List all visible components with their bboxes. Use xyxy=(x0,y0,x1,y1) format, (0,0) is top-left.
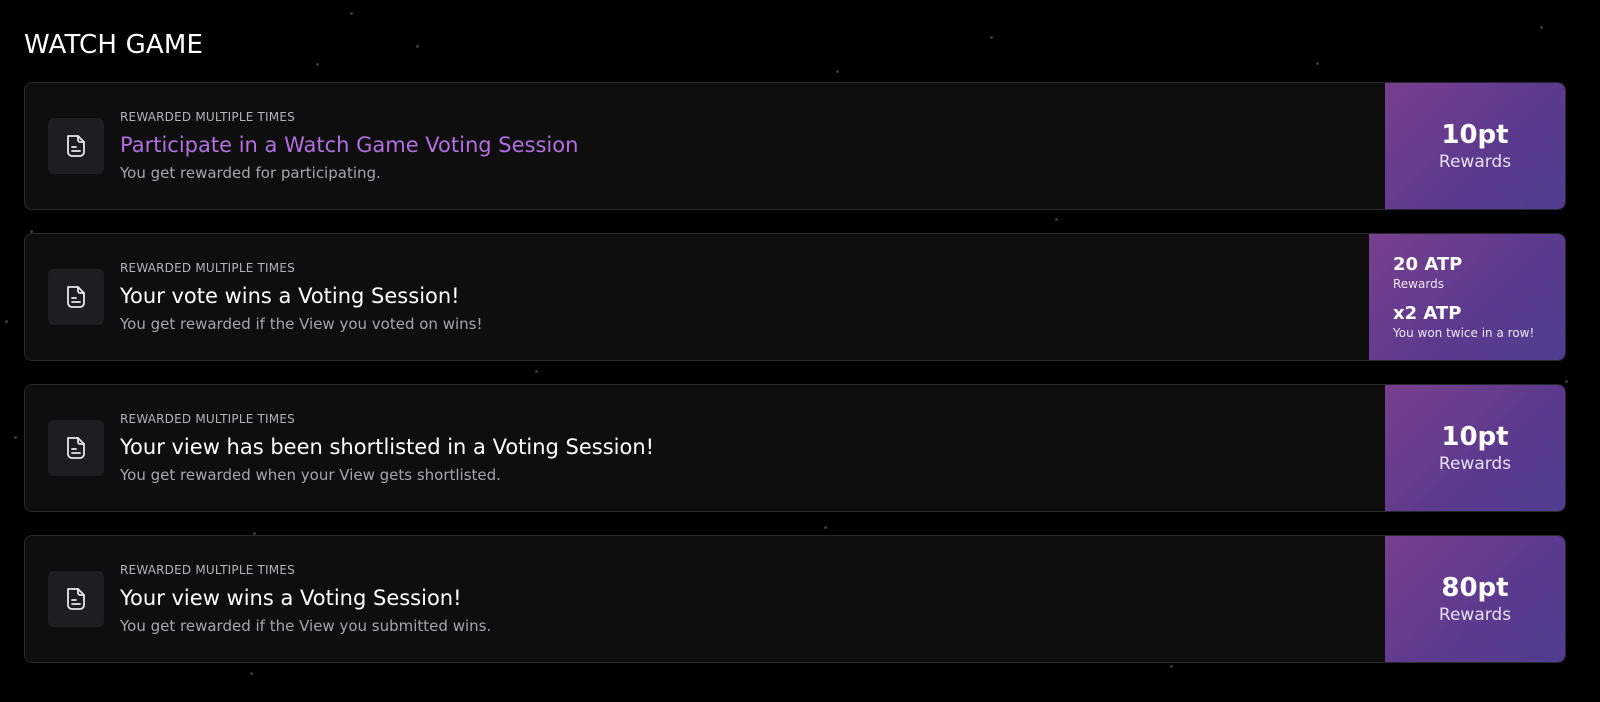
reward-bonus: x2 ATP You won twice in a row! xyxy=(1393,303,1534,340)
document-icon xyxy=(48,420,104,476)
reward-amount: 10pt xyxy=(1441,120,1509,150)
reward-label: Rewards xyxy=(1393,277,1444,291)
reward-task-card[interactable]: REWARDED MULTIPLE TIMES Participate in a… xyxy=(24,82,1566,210)
reward-task-card[interactable]: REWARDED MULTIPLE TIMES Your view wins a… xyxy=(24,535,1566,663)
task-info: REWARDED MULTIPLE TIMES Your view has be… xyxy=(25,385,1385,511)
task-info: REWARDED MULTIPLE TIMES Your view wins a… xyxy=(25,536,1385,662)
document-icon xyxy=(48,118,104,174)
bonus-label: You won twice in a row! xyxy=(1393,326,1535,340)
task-title: Your view has been shortlisted in a Voti… xyxy=(120,435,655,459)
task-title: Your vote wins a Voting Session! xyxy=(120,284,460,308)
reward-task-card[interactable]: REWARDED MULTIPLE TIMES Your vote wins a… xyxy=(24,233,1566,361)
reward-label: Rewards xyxy=(1438,454,1512,474)
reward-amount: 80pt xyxy=(1441,573,1509,603)
reward-panel: 10pt Rewards xyxy=(1385,385,1565,511)
section-title: WATCH GAME xyxy=(24,30,204,60)
reward-task-card[interactable]: REWARDED MULTIPLE TIMES Your view has be… xyxy=(24,384,1566,512)
task-description: You get rewarded when your View gets sho… xyxy=(120,466,501,484)
document-icon xyxy=(48,571,104,627)
bonus-amount: x2 ATP xyxy=(1393,303,1462,324)
task-frequency-label: REWARDED MULTIPLE TIMES xyxy=(120,110,295,124)
task-frequency-label: REWARDED MULTIPLE TIMES xyxy=(120,412,295,426)
task-title: Your view wins a Voting Session! xyxy=(120,586,462,610)
reward-panel: 80pt Rewards xyxy=(1385,536,1565,662)
reward-amount: 20 ATP xyxy=(1393,254,1463,275)
reward-panel: 10pt Rewards xyxy=(1385,83,1565,209)
reward-task-list: REWARDED MULTIPLE TIMES Participate in a… xyxy=(24,82,1566,686)
reward-amount: 10pt xyxy=(1441,422,1509,452)
document-icon xyxy=(48,269,104,325)
task-description: You get rewarded if the View you submitt… xyxy=(120,617,492,635)
task-title[interactable]: Participate in a Watch Game Voting Sessi… xyxy=(120,133,578,157)
task-description: You get rewarded if the View you voted o… xyxy=(120,315,483,333)
reward-panel: 20 ATP Rewards x2 ATP You won twice in a… xyxy=(1369,234,1565,360)
task-info: REWARDED MULTIPLE TIMES Your vote wins a… xyxy=(25,234,1369,360)
task-info: REWARDED MULTIPLE TIMES Participate in a… xyxy=(25,83,1385,209)
task-frequency-label: REWARDED MULTIPLE TIMES xyxy=(120,563,295,577)
reward-label: Rewards xyxy=(1438,605,1512,625)
reward-base: 20 ATP Rewards xyxy=(1393,254,1462,291)
task-frequency-label: REWARDED MULTIPLE TIMES xyxy=(120,261,295,275)
reward-label: Rewards xyxy=(1438,152,1512,172)
task-description: You get rewarded for participating. xyxy=(120,164,381,182)
